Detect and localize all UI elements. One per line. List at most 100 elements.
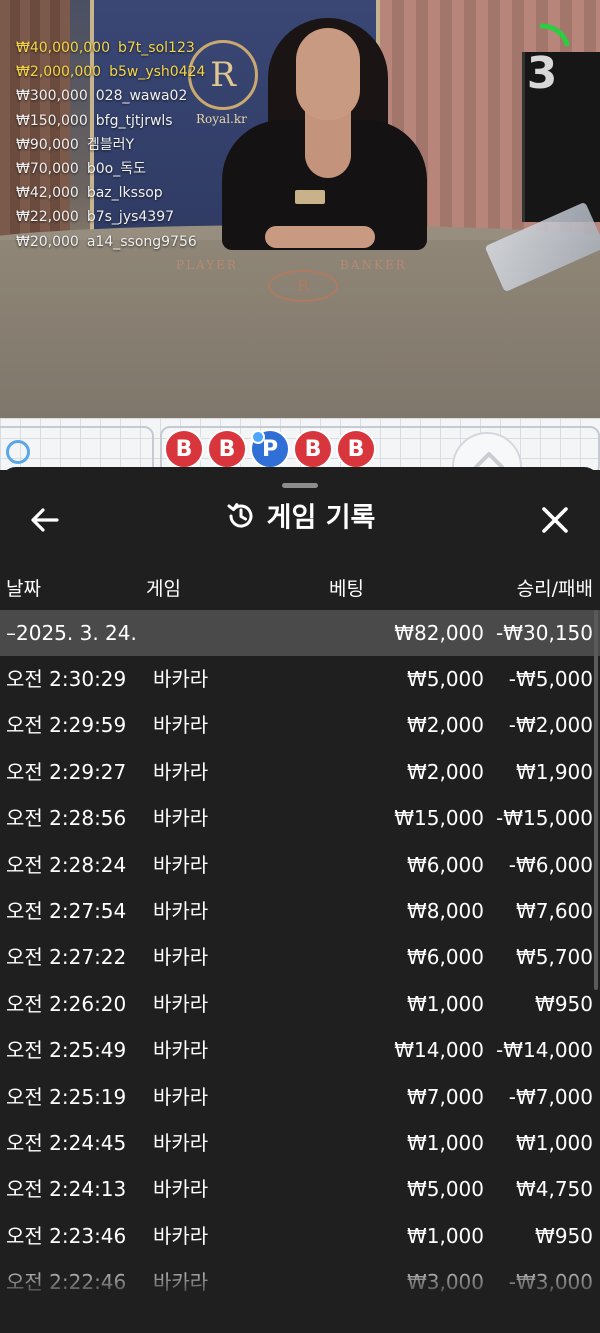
row-result: -₩3,000 — [508, 1270, 593, 1295]
history-row[interactable]: 오전 2:22:46 바카라 ₩3,000 -₩3,000 — [0, 1259, 600, 1305]
column-header-bet: 베팅 — [329, 578, 364, 600]
bet-feed-user: b7s_jys4397 — [86, 209, 175, 226]
history-rows: 오전 2:30:29 바카라 ₩5,000 -₩5,000 오전 2:29:59 바카라 ₩… — [0, 656, 600, 1305]
row-bet: ₩6,000 — [406, 945, 484, 970]
column-header-game: 게임 — [146, 578, 181, 600]
row-bet: ₩5,000 — [406, 1177, 484, 1202]
table-logo: R — [268, 270, 338, 302]
group-bet-total: ₩82,000 — [394, 621, 484, 645]
close-button[interactable] — [538, 503, 572, 537]
banker-bead: B — [164, 429, 204, 469]
banker-bead: B — [207, 429, 247, 469]
dealer-name-tag — [295, 190, 325, 204]
history-row[interactable]: 오전 2:27:54 바카라 ₩8,000 ₩7,600 — [0, 888, 600, 934]
history-row[interactable]: 오전 2:28:56 바카라 ₩15,000 -₩15,000 — [0, 795, 600, 841]
dealer-hands — [265, 226, 375, 248]
bet-feed-row: ₩20,000 a14_ssong9756 — [16, 230, 205, 254]
history-row[interactable]: 오전 2:24:13 바카라 ₩5,000 ₩4,750 — [0, 1166, 600, 1212]
bet-feed-row: ₩70,000 b0o_독도 — [16, 157, 205, 181]
bet-feed-user: bfg_tjtjrwls — [95, 112, 173, 129]
row-result: ₩1,900 — [515, 759, 593, 784]
row-time: 오전 2:22:46 — [6, 1270, 127, 1295]
row-bet: ₩2,000 — [406, 759, 484, 784]
bet-feed-user: a14_ssong9756 — [86, 233, 197, 250]
table-player-label: PLAYER — [176, 258, 238, 272]
row-time: 오전 2:28:24 — [6, 852, 127, 877]
row-result: ₩950 — [535, 1223, 593, 1248]
row-time: 오전 2:29:27 — [6, 759, 127, 784]
history-row[interactable]: 오전 2:30:29 바카라 ₩5,000 -₩5,000 — [0, 656, 600, 702]
row-result: -₩15,000 — [496, 806, 593, 831]
bet-feed-user: 028_wawa02 — [95, 88, 188, 105]
row-bet: ₩1,000 — [406, 1130, 484, 1155]
bet-feed-amount: ₩2,000,000 — [16, 64, 102, 81]
bet-feed-user: b0o_독도 — [86, 161, 146, 178]
date-group-header[interactable]: –2025. 3. 24. ₩82,000 -₩30,150 — [0, 610, 600, 656]
history-list[interactable]: –2025. 3. 24. ₩82,000 -₩30,150 오전 2:30:2… — [0, 610, 600, 1305]
bet-feed-user: b7t_sol123 — [118, 40, 195, 56]
bet-feed-amount: ₩70,000 — [16, 161, 79, 178]
row-time: 오전 2:27:54 — [6, 898, 127, 923]
history-row[interactable]: 오전 2:24:45 바카라 ₩1,000 ₩1,000 — [0, 1120, 600, 1166]
row-bet: ₩3,000 — [406, 1270, 484, 1295]
bet-feed-amount: ₩42,000 — [16, 185, 79, 202]
bet-feed-row: ₩150,000 bfg_tjtjrwls — [16, 109, 205, 133]
live-video-stream[interactable]: R Royal.kr PLAYER BANKER R ₩40,000,000 b7… — [0, 0, 600, 418]
bet-feed-user: b5w_ysh0424 — [109, 64, 206, 81]
row-game: 바카라 — [153, 1223, 209, 1248]
row-game: 바카라 — [153, 945, 209, 970]
row-bet: ₩15,000 — [394, 806, 484, 831]
row-time: 오전 2:25:49 — [6, 1038, 127, 1063]
row-time: 오전 2:29:59 — [6, 713, 127, 738]
row-time: 오전 2:26:20 — [6, 991, 127, 1016]
history-row[interactable]: 오전 2:28:24 바카라 ₩6,000 -₩6,000 — [0, 842, 600, 888]
history-row[interactable]: 오전 2:27:22 바카라 ₩6,000 ₩5,700 — [0, 934, 600, 980]
bet-feed-row: ₩40,000,000 b7t_sol123 — [16, 36, 205, 60]
history-row[interactable]: 오전 2:29:59 바카라 ₩2,000 -₩2,000 — [0, 702, 600, 748]
back-button[interactable] — [28, 503, 62, 537]
row-game: 바카라 — [153, 1084, 209, 1109]
bet-feed-row: ₩300,000 028_wawa02 — [16, 84, 205, 108]
row-game: 바카라 — [153, 713, 209, 738]
bet-feed-user: baz_lkssop — [86, 185, 163, 202]
pair-dot — [251, 430, 265, 444]
row-time: 오전 2:30:29 — [6, 667, 127, 691]
row-time: 오전 2:24:13 — [6, 1177, 127, 1202]
live-bet-feed: ₩40,000,000 b7t_sol123 ₩2,000,000 b5w_ysh04… — [16, 36, 205, 254]
row-game: 바카라 — [153, 898, 209, 923]
row-result: -₩7,000 — [508, 1084, 593, 1109]
row-result: -₩5,000 — [508, 667, 593, 691]
arrow-left-icon — [31, 508, 59, 532]
history-row[interactable]: 오전 2:25:49 바카라 ₩14,000 -₩14,000 — [0, 1027, 600, 1073]
row-result: -₩6,000 — [508, 852, 593, 877]
history-row[interactable]: 오전 2:26:20 바카라 ₩1,000 ₩950 — [0, 981, 600, 1027]
history-row[interactable]: 오전 2:25:19 바카라 ₩7,000 -₩7,000 — [0, 1074, 600, 1120]
banker-bead: B — [293, 429, 333, 469]
history-row[interactable]: 오전 2:23:46 바카라 ₩1,000 ₩950 — [0, 1213, 600, 1259]
bet-feed-amount: ₩150,000 — [16, 112, 88, 129]
row-result: ₩4,750 — [515, 1177, 593, 1202]
countdown-number: 3 — [526, 48, 558, 99]
bet-feed-amount: ₩300,000 — [16, 88, 88, 105]
betting-countdown: 3 — [512, 22, 572, 99]
bet-feed-amount: ₩40,000,000 — [16, 40, 111, 56]
row-time: 오전 2:25:19 — [6, 1084, 127, 1109]
row-game: 바카라 — [153, 806, 209, 831]
table-banker-label: BANKER — [340, 258, 407, 272]
player-ring-marker — [6, 440, 30, 464]
scrollbar[interactable] — [594, 610, 598, 990]
row-time: 오전 2:23:46 — [6, 1223, 127, 1248]
row-result: ₩7,600 — [515, 898, 593, 923]
sheet-drag-handle[interactable] — [282, 483, 318, 488]
sheet-title: 게임 기록 — [266, 502, 376, 534]
row-game: 바카라 — [153, 1038, 209, 1063]
history-row[interactable]: 오전 2:29:27 바카라 ₩2,000 ₩1,900 — [0, 749, 600, 795]
group-date: –2025. 3. 24. — [6, 621, 137, 645]
title-wrap: 게임 기록 — [0, 495, 600, 541]
row-bet: ₩1,000 — [406, 991, 484, 1016]
bet-feed-row: ₩2,000,000 b5w_ysh0424 — [16, 60, 205, 84]
bet-feed-amount: ₩90,000 — [16, 136, 79, 153]
sheet-header: 게임 기록 — [0, 495, 600, 541]
close-icon — [542, 507, 568, 533]
row-time: 오전 2:24:45 — [6, 1130, 127, 1155]
